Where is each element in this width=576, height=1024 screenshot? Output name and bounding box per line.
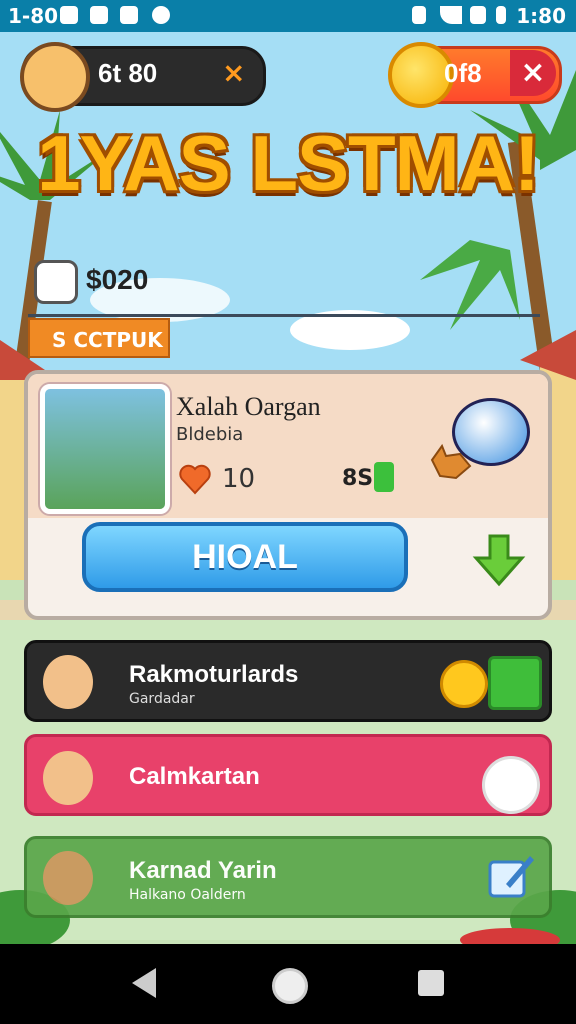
divider: [28, 314, 540, 317]
signal-icon: [470, 6, 486, 24]
home-icon[interactable]: [272, 968, 308, 1004]
avatar: [43, 655, 93, 709]
section-tag[interactable]: S CCTPUK: [28, 318, 170, 358]
edit-icon[interactable]: [486, 848, 536, 902]
wifi-icon: [440, 6, 462, 24]
like-count: 10: [222, 464, 256, 494]
notification-icon: [152, 6, 170, 24]
list-item[interactable]: Karnad Yarin Halkano Oaldern: [24, 836, 552, 918]
fox-icon: [430, 443, 472, 480]
close-icon[interactable]: ×: [222, 56, 245, 89]
list-item-sub: Gardadar: [129, 691, 195, 707]
list-item-name: Rakmoturlards: [129, 661, 299, 688]
status-bar: 1-80 1:80: [0, 0, 576, 32]
list-item[interactable]: Calmkartan: [24, 734, 552, 816]
notification-icon: [60, 6, 78, 24]
smile-icon[interactable]: [440, 660, 488, 708]
heart-icon: [179, 464, 211, 495]
notification-icon: [120, 6, 138, 24]
stat-value: $020: [86, 264, 149, 295]
heart-button[interactable]: [482, 756, 540, 814]
avatar: [43, 751, 93, 805]
vibrate-icon: [412, 6, 426, 24]
battery-icon: [496, 6, 506, 24]
check-icon[interactable]: [488, 656, 542, 710]
download-arrow-icon[interactable]: [472, 532, 526, 588]
item-subtitle: Bldebia: [176, 424, 244, 445]
status-time-right: 1:80: [516, 4, 566, 28]
chat-icon[interactable]: [34, 260, 78, 304]
primary-button[interactable]: HIOAL: [82, 522, 408, 592]
player-score: 6t 80: [98, 58, 158, 88]
item-price: 8S: [342, 466, 374, 491]
item-title: Xalah Oargan: [176, 392, 321, 421]
item-thumbnail[interactable]: [40, 384, 170, 514]
status-time-left: 1-80: [8, 4, 59, 28]
list-item-sub: Halkano Oaldern: [129, 887, 246, 903]
recent-apps-icon[interactable]: [418, 970, 444, 996]
player-avatar[interactable]: [20, 42, 90, 112]
list-item-name: Calmkartan: [129, 763, 260, 790]
close-button[interactable]: ×: [510, 50, 556, 96]
page-title: 1YAS LSTMA!: [37, 119, 540, 207]
notification-icon: [90, 6, 108, 24]
avatar: [43, 851, 93, 905]
price-badge: [374, 462, 394, 492]
coin-count: 0f8: [444, 58, 482, 88]
list-item-name: Karnad Yarin: [129, 857, 277, 884]
back-icon[interactable]: [132, 968, 156, 998]
